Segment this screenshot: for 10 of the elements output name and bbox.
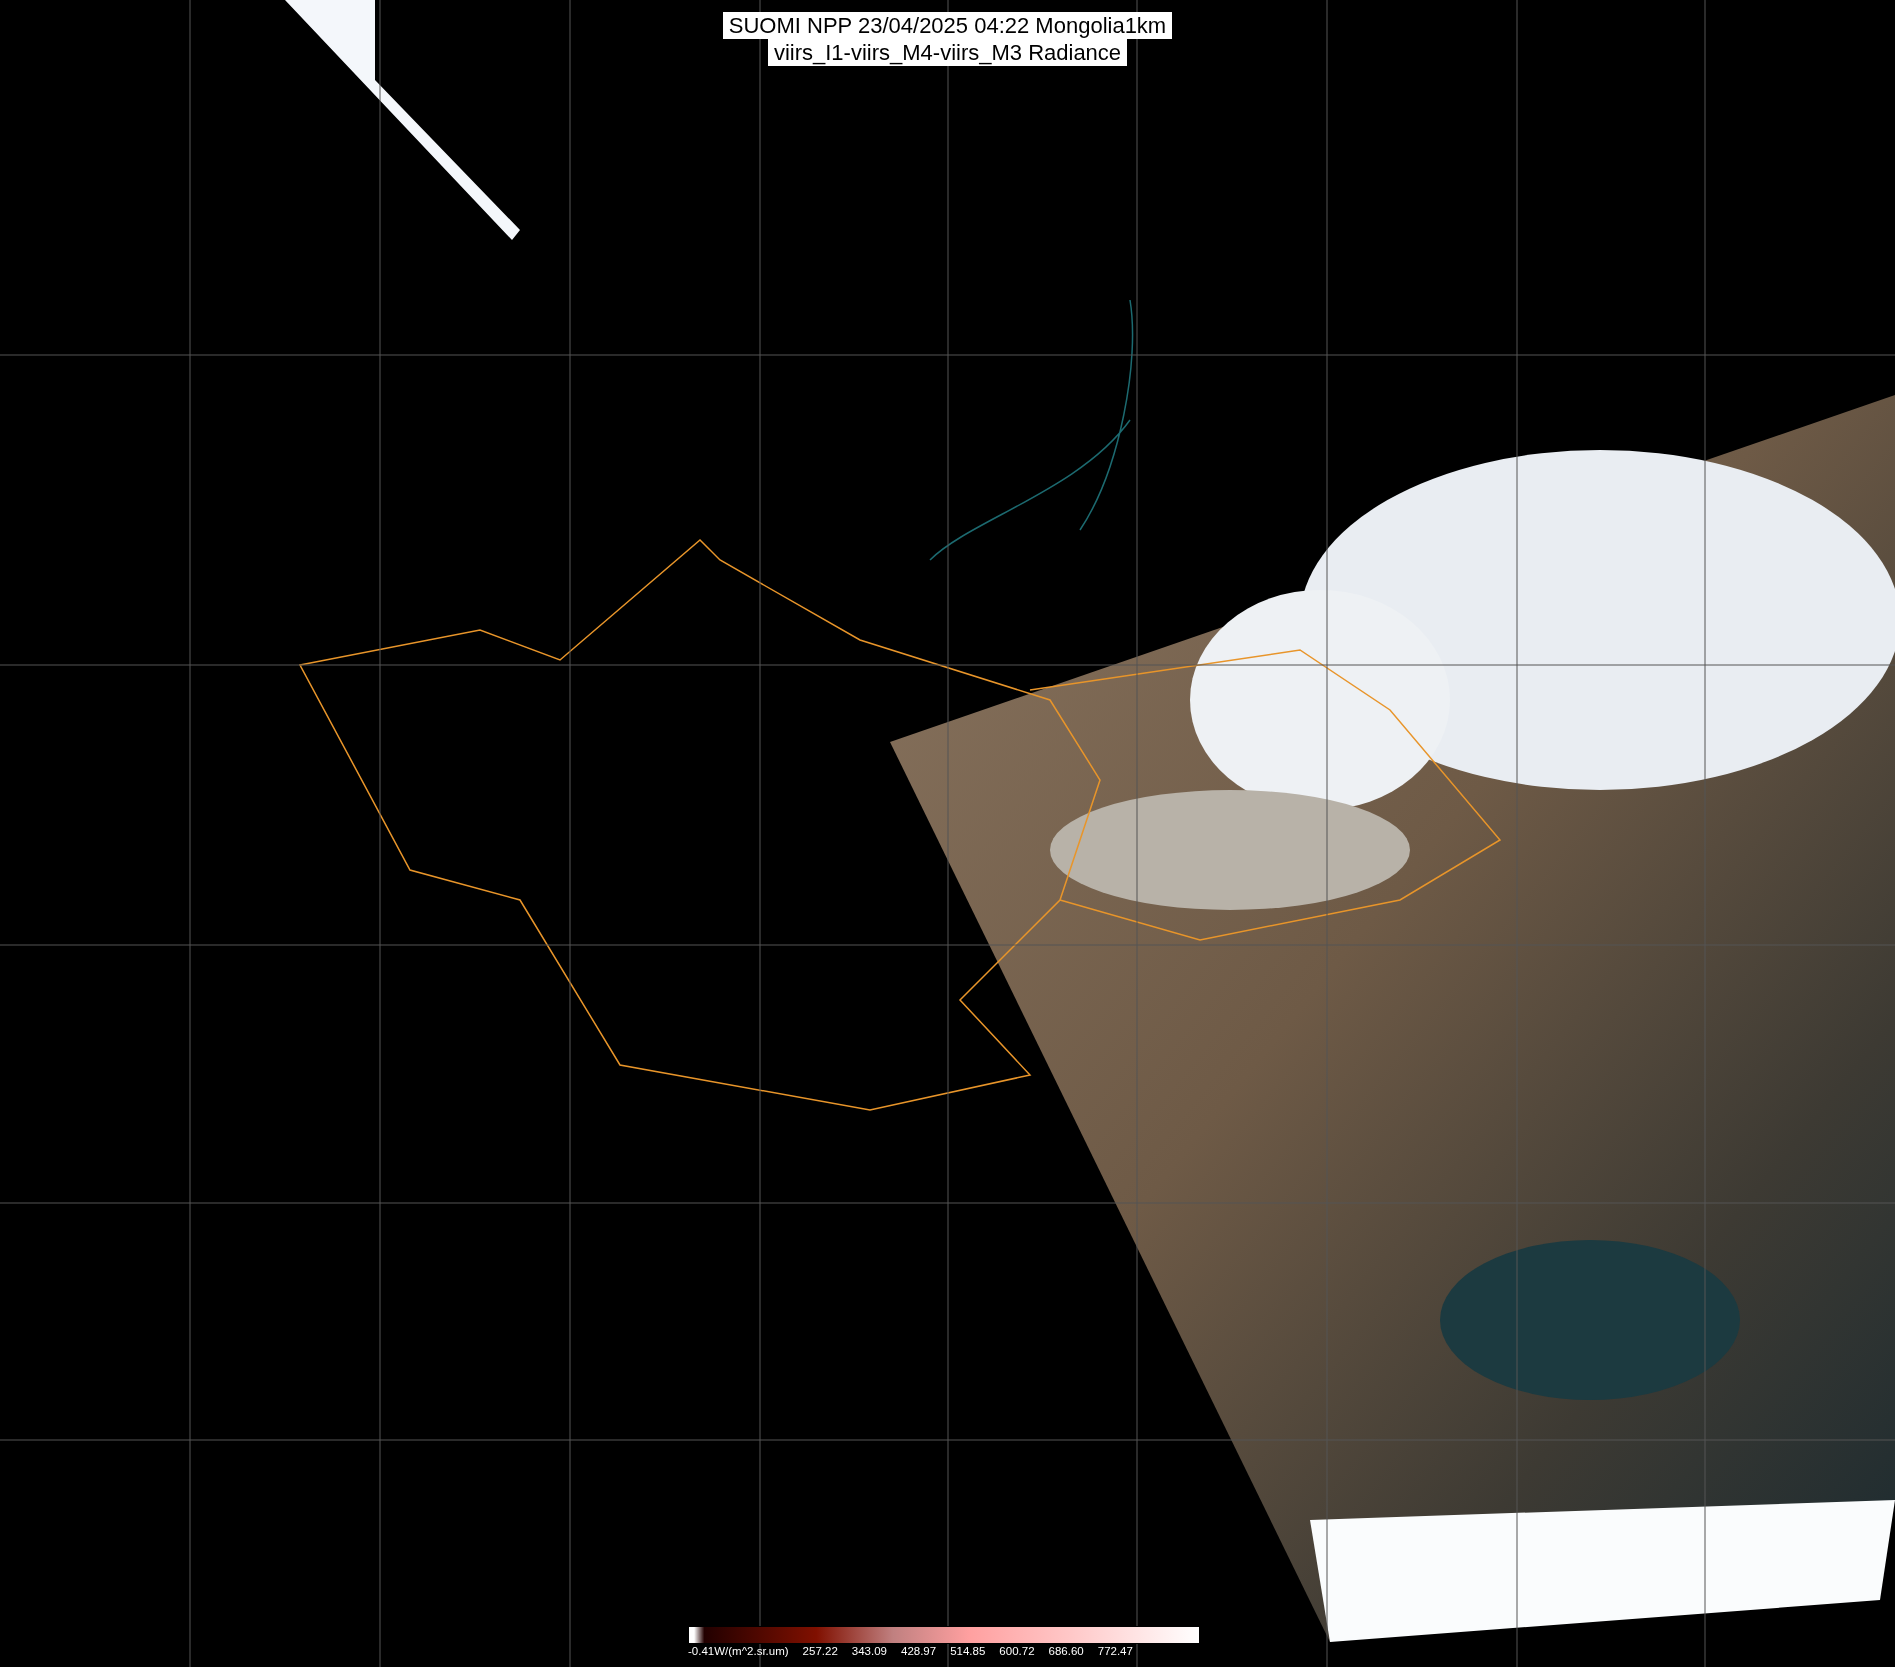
scale-label: 428.97: [901, 1644, 937, 1659]
map-title: viirs_I1-viirs_M4-viirs_M3 Radiance: [767, 39, 1128, 66]
map-title: SUOMI NPP 23/04/2025 04:22 Mongolia1km: [722, 12, 1173, 39]
scale-label: 343.09: [851, 1644, 887, 1659]
scale-label: 257.22: [802, 1644, 838, 1659]
scale-label: 686.60: [1048, 1644, 1084, 1659]
scale-label: 514.85: [950, 1644, 986, 1659]
scale-label: 600.72: [999, 1644, 1035, 1659]
scale-label: 772.47: [1097, 1644, 1133, 1659]
scale-label: -0.41W/(m^2.sr.um): [688, 1644, 789, 1659]
